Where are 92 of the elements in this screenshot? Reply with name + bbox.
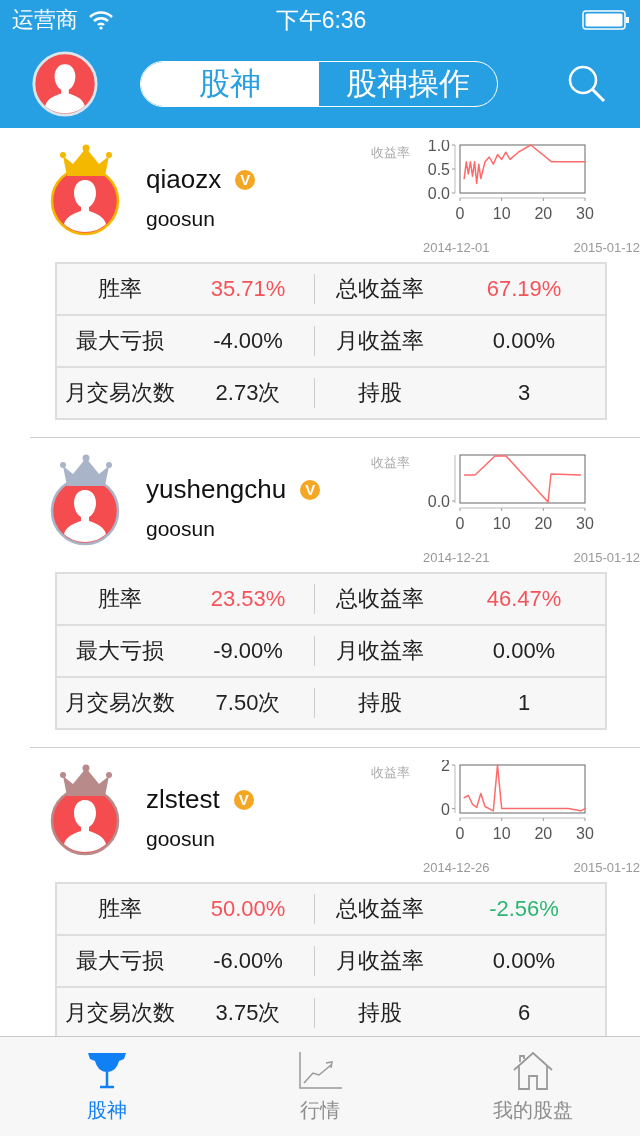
profile-avatar[interactable] [32, 51, 98, 117]
stat-value: 3.75次 [214, 999, 282, 1027]
trader-group: goosun [146, 207, 256, 231]
chart-label: 收益率 [371, 144, 410, 160]
chart-label: 收益率 [371, 764, 410, 780]
y-axis [451, 144, 456, 194]
crown-icon [59, 454, 113, 488]
search-icon[interactable] [566, 63, 608, 105]
x-tick-label: 0 [455, 515, 465, 532]
stat-label: 持股 [357, 999, 403, 1027]
y-tick-label: 0.0 [427, 493, 450, 510]
stat-value: 2.73次 [214, 379, 282, 407]
x-tick-label: 20 [534, 205, 553, 222]
tab-bar-item[interactable]: 行情 [213, 1037, 427, 1136]
trader-name: qiaozx [146, 164, 222, 195]
carrier-name: 运营商 [12, 6, 78, 34]
end-date: 2015-01-12 [573, 860, 640, 877]
stat-label: 总收益率 [335, 585, 425, 613]
stat-label: 月交易次数 [63, 689, 176, 717]
trader-name: zlstest [146, 784, 220, 815]
stat-label: 持股 [357, 379, 403, 407]
stat-value: 1 [516, 690, 532, 716]
stat-label: 月交易次数 [63, 379, 176, 407]
x-tick-label: 20 [534, 515, 553, 532]
stat-value: 23.53% [209, 586, 287, 612]
y-tick-label: 0.5 [427, 161, 450, 178]
stat-label: 月收益率 [335, 947, 425, 975]
x-tick-label: 30 [576, 205, 594, 222]
stat-value: 6 [516, 1000, 532, 1026]
stat-label: 最大亏损 [74, 947, 165, 975]
stat-label: 持股 [357, 689, 403, 717]
x-tick-label: 10 [492, 205, 511, 222]
stat-value: -9.00% [212, 638, 284, 664]
stat-value: -2.56% [488, 896, 560, 922]
battery-icon [582, 9, 630, 31]
end-date: 2015-01-12 [573, 240, 640, 257]
stat-label: 月交易次数 [63, 999, 176, 1027]
x-tick-label: 0 [455, 205, 465, 222]
stat-label: 胜率 [96, 275, 143, 303]
stat-label: 总收益率 [335, 895, 425, 923]
wifi-icon [88, 10, 114, 30]
x-tick-label: 30 [576, 515, 594, 532]
crown-icon [59, 144, 113, 178]
stat-value: 35.71% [209, 276, 287, 302]
trader-card[interactable]: yushengchu V goosun 收益率 0.0 0 10 20 30 2014-12-21 2015-01-12 胜率 23.53% 总收益率 46.47% 最大亏损 -9.00% 月收益率 0.00% 月交易次数 7.50次 持股 1 [30, 438, 640, 748]
segment-tab[interactable]: 股神 [141, 62, 319, 106]
trader-card[interactable]: qiaozx V goosun 收益率 0.0 0.5 1.0 0 10 20 30 2014-12-01 2015-01-12 胜率 35.71% 总收益率 67.19% 最大亏损 -4.00% 月收益率 0.00% 月交易次数 2.73次 持股 3 [30, 128, 640, 438]
stat-value: 7.50次 [214, 689, 282, 717]
stat-label: 最大亏损 [74, 637, 165, 665]
stat-label: 胜率 [96, 585, 143, 613]
stat-value: 50.00% [209, 896, 287, 922]
x-tick-label: 10 [492, 825, 511, 842]
segment-tab[interactable]: 股神操作 [319, 62, 497, 106]
stat-value: -4.00% [212, 328, 284, 354]
stat-value: 0.00% [491, 328, 557, 354]
chart-label: 收益率 [371, 454, 410, 470]
stat-value: 67.19% [485, 276, 563, 302]
stat-label: 总收益率 [335, 275, 425, 303]
line-chart-icon [298, 1051, 342, 1091]
y-axis [451, 764, 456, 814]
y-tick-label: 0.0 [427, 185, 450, 202]
stat-label: 胜率 [96, 895, 143, 923]
y-tick-label: 2 [441, 760, 450, 774]
y-tick-label: 1.0 [427, 140, 450, 154]
x-tick-label: 10 [492, 515, 511, 532]
y-tick-label: 0 [441, 800, 450, 818]
trader-name: yushengchu [146, 474, 287, 505]
tab-bar-item[interactable]: 股神 [0, 1037, 214, 1136]
crown-icon [59, 764, 113, 798]
stat-value: -6.00% [212, 948, 284, 974]
x-tick-label: 0 [455, 825, 465, 842]
verified-badge: V [233, 789, 254, 810]
stat-value: 0.00% [491, 948, 557, 974]
stat-label: 最大亏损 [74, 327, 165, 355]
x-tick-label: 20 [534, 825, 553, 842]
stat-label: 月收益率 [335, 637, 425, 665]
start-date: 2014-12-21 [423, 550, 490, 567]
trader-group: goosun [146, 517, 321, 541]
verified-badge: V [300, 479, 321, 500]
stat-value: 0.00% [491, 638, 557, 664]
end-date: 2015-01-12 [573, 550, 640, 567]
trader-group: goosun [146, 827, 254, 851]
start-date: 2014-12-26 [423, 860, 490, 877]
y-axis [451, 454, 456, 504]
stat-value: 46.47% [485, 586, 563, 612]
verified-badge: V [235, 169, 256, 190]
x-tick-label: 30 [576, 825, 594, 842]
status-time: 下午6:36 [275, 5, 367, 35]
start-date: 2014-12-01 [423, 240, 490, 257]
stat-label: 月收益率 [335, 327, 425, 355]
stat-value: 3 [516, 380, 532, 406]
tab-bar-item[interactable]: 我的股盘 [426, 1037, 640, 1136]
